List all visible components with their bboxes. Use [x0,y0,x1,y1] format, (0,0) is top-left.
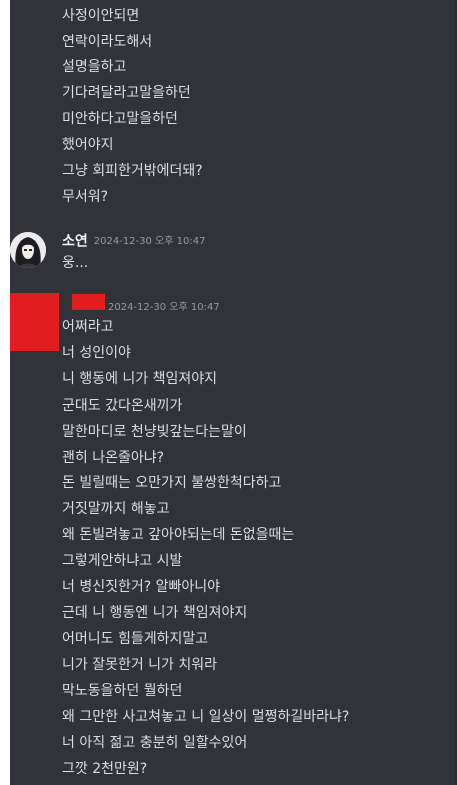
message-line: 기다려달라고말을하던 [62,85,191,101]
chat-message-area: 사정이안되면 연락이라도해서 설명을하고 기다려달라고말을하던 미안하다고말을하… [10,0,457,785]
message-header: 소연 2024-12-30 오후 10:47 [62,231,206,250]
message-line: 어쩌라고 [62,319,114,335]
message-line: 연락이라도해서 [62,34,153,50]
message-line: 니 행동에 니가 책임져야지 [62,371,218,387]
message-line: 너 성인이야 [62,345,131,361]
message-line: 웅... [62,255,89,271]
message-line: 말한마디로 천냥빚갚는다는말이 [62,424,247,440]
message-line: 그깟 2천만원? [62,761,148,777]
message-line: 막노동을하던 뭘하던 [62,683,183,699]
message-timestamp[interactable]: 2024-12-30 오후 10:47 [108,302,220,313]
redacted-avatar [10,293,59,351]
message-line: 어머니도 힘들게하지말고 [62,631,209,647]
message-line: 설명을하고 [62,59,127,75]
message-header: 2024-12-30 오후 10:47 [102,297,220,315]
message-line: 왜 그만한 사고쳐놓고 니 일상이 멀쩡하길바라냐? [62,709,350,725]
author-name[interactable]: 소연 [62,234,88,250]
message-line: 너 아직 젊고 충분히 일할수있어 [62,735,248,751]
message-line: 미안하다고말을하던 [62,111,178,127]
message-line: 했어야지 [62,137,114,153]
message-line: 그렇게안하냐고 시발 [62,553,183,569]
message-line: 왜 돈빌려놓고 갚아야되는데 돈없을때는 [62,527,295,543]
message-line: 돈 빌릴때는 오만가지 불쌍한척다하고 [62,475,282,491]
message-line: 너 병신짓한거? 알빠아니야 [62,579,221,595]
message-line: 근데 니 행동엔 니가 책임져야지 [62,605,248,621]
message-line: 괜히 나온줄아냐? [62,450,165,466]
message-line: 거짓말까지 해놓고 [62,501,170,517]
message-line: 사정이안되면 [62,8,140,24]
anime-avatar-icon[interactable] [10,232,46,268]
message-line: 군대도 갔다온새끼가 [62,398,183,414]
message-timestamp[interactable]: 2024-12-30 오후 10:47 [94,236,206,247]
redacted-author-name [72,294,105,310]
message-line: 그냥 회피한거밖에더돼? [62,163,203,179]
message-line: 무서워? [62,189,109,205]
message-line: 니가 잘못한거 니가 치워라 [62,657,218,673]
